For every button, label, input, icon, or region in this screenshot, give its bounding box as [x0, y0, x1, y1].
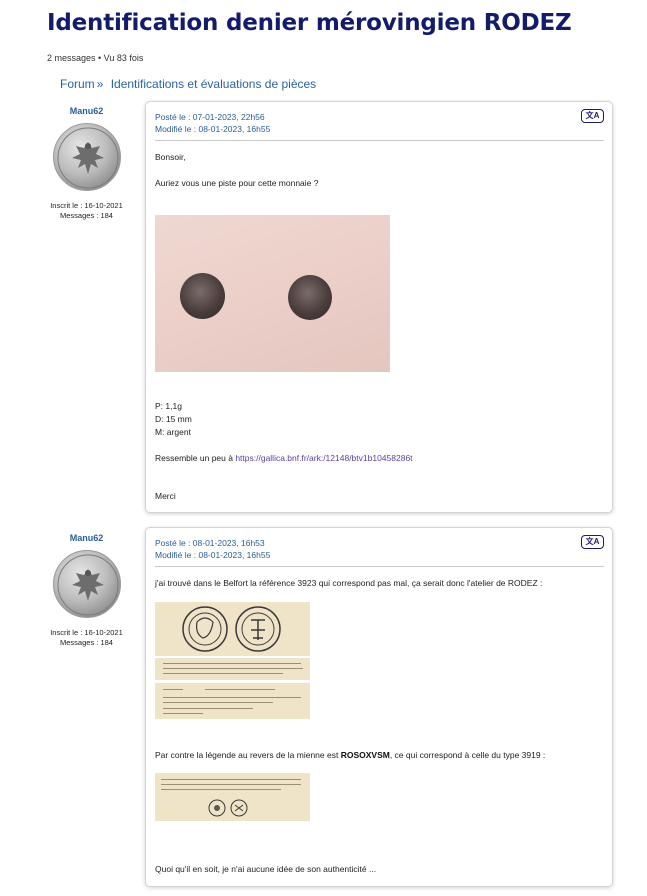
catalogue-coin-drawing	[208, 799, 248, 817]
coin-photo[interactable]	[155, 215, 390, 372]
post-date[interactable]: Posté le : 08-01-2023, 16h53	[155, 537, 270, 549]
catalogue-coin-drawing	[182, 606, 281, 652]
breadcrumb-section-link[interactable]: Identifications et évaluations de pièces	[111, 77, 316, 91]
catalogue-scan-image-type-3919[interactable]	[155, 773, 310, 821]
post-text-line: Ressemble un peu à https://gallica.bnf.f…	[155, 453, 413, 463]
post-text-line: Par contre la légende au revers de la mi…	[155, 750, 545, 760]
post-text-line: Quoi qu'il en soit, je n'ai aucune idée …	[155, 864, 377, 874]
catalogue-scan-text[interactable]	[155, 683, 310, 719]
post-text-line: P: 1,1g	[155, 401, 182, 411]
post-text-line: Bonsoir,	[155, 152, 186, 162]
coin-obverse	[180, 273, 225, 319]
post-text-line: Merci	[155, 491, 176, 501]
post-text-line: Auriez vous une piste pour cette monnaie…	[155, 178, 319, 188]
catalogue-scan-text[interactable]	[155, 658, 310, 680]
post-text-line: j'ai trouvé dans le Belfort la référence…	[155, 578, 543, 588]
legend-suffix: , ce qui correspond à celle du type 3919…	[389, 750, 546, 760]
post-card: Posté le : 07-01-2023, 22h56 Modifié le …	[145, 101, 613, 513]
catalogue-scan-image[interactable]	[155, 602, 310, 656]
author-name-link[interactable]: Manu62	[40, 533, 133, 543]
topic-meta: 2 messages • Vu 83 fois	[47, 53, 144, 63]
post-modified-date: Modifié le : 08-01-2023, 16h55	[155, 550, 271, 560]
post-date[interactable]: Posté le : 07-01-2023, 22h56	[155, 111, 270, 123]
post-author-panel: Manu62 Inscrit le : 16-10-2021 Messages …	[40, 106, 133, 221]
breadcrumb-forum-link[interactable]: Forum	[60, 77, 95, 91]
author-name-link[interactable]: Manu62	[40, 106, 133, 116]
page-title: Identification denier mérovingien RODEZ	[47, 10, 572, 36]
post-author-panel: Manu62 Inscrit le : 16-10-2021 Messages …	[40, 533, 133, 648]
author-message-count: Messages : 184	[60, 638, 113, 647]
author-joined: Inscrit le : 16-10-2021	[50, 628, 123, 637]
translate-icon[interactable]: 文A	[581, 535, 604, 549]
gallica-link[interactable]: https://gallica.bnf.fr/ark:/12148/btv1b1…	[235, 453, 412, 463]
post-modified-date: Modifié le : 08-01-2023, 16h55	[155, 124, 271, 134]
resemble-text: Ressemble un peu à	[155, 453, 236, 463]
translate-icon[interactable]: 文A	[581, 109, 604, 123]
avatar-eagle-coin-icon	[57, 554, 118, 616]
author-joined: Inscrit le : 16-10-2021	[50, 201, 123, 210]
post-header-divider	[155, 566, 604, 567]
breadcrumb-separator: »	[96, 77, 104, 91]
breadcrumb: Forum» Identifications et évaluations de…	[60, 77, 316, 91]
post-text-line: M: argent	[155, 427, 191, 437]
post-text-line: D: 15 mm	[155, 414, 192, 424]
post-card: Posté le : 08-01-2023, 16h53 Modifié le …	[145, 527, 613, 887]
avatar[interactable]	[52, 123, 121, 191]
avatar[interactable]	[52, 550, 121, 618]
legend-text: Par contre la légende au revers de la mi…	[155, 750, 341, 760]
legend-bold: ROSOXVSM	[340, 750, 390, 760]
author-message-count: Messages : 184	[60, 211, 113, 220]
avatar-eagle-coin-icon	[57, 127, 118, 189]
coin-reverse	[288, 275, 332, 320]
post-header-divider	[155, 140, 604, 141]
